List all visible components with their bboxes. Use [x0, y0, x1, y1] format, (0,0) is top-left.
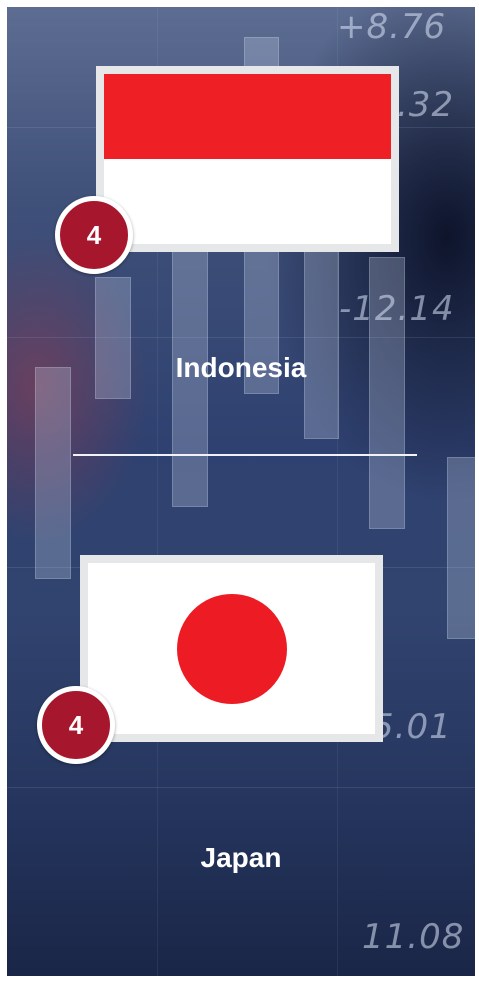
count-badge: 4 [37, 686, 115, 764]
background-bar [447, 457, 475, 639]
country-panel: +8.76 .32 -12.14 5.01 11.08 4 Indonesia … [7, 7, 475, 976]
ticker-text: 5.01 [372, 707, 452, 747]
ticker-text: 11.08 [362, 917, 465, 957]
count-badge: 4 [55, 196, 133, 274]
country-label[interactable]: Indonesia [7, 352, 475, 384]
japan-flag[interactable] [80, 555, 383, 742]
background-bar [35, 367, 71, 579]
japan-flag-field [88, 563, 375, 734]
indonesia-flag-red-band [104, 74, 391, 159]
ticker-text: .32 [397, 85, 455, 125]
ticker-text: -12.14 [339, 289, 455, 329]
indonesia-flag[interactable] [96, 66, 399, 252]
ticker-text: +8.76 [337, 7, 447, 47]
divider [73, 454, 417, 456]
indonesia-flag-field [104, 74, 391, 244]
background-bar [304, 247, 339, 439]
japan-flag-sun-disc [176, 593, 287, 704]
country-label[interactable]: Japan [7, 842, 475, 874]
background-gridline [7, 787, 475, 788]
